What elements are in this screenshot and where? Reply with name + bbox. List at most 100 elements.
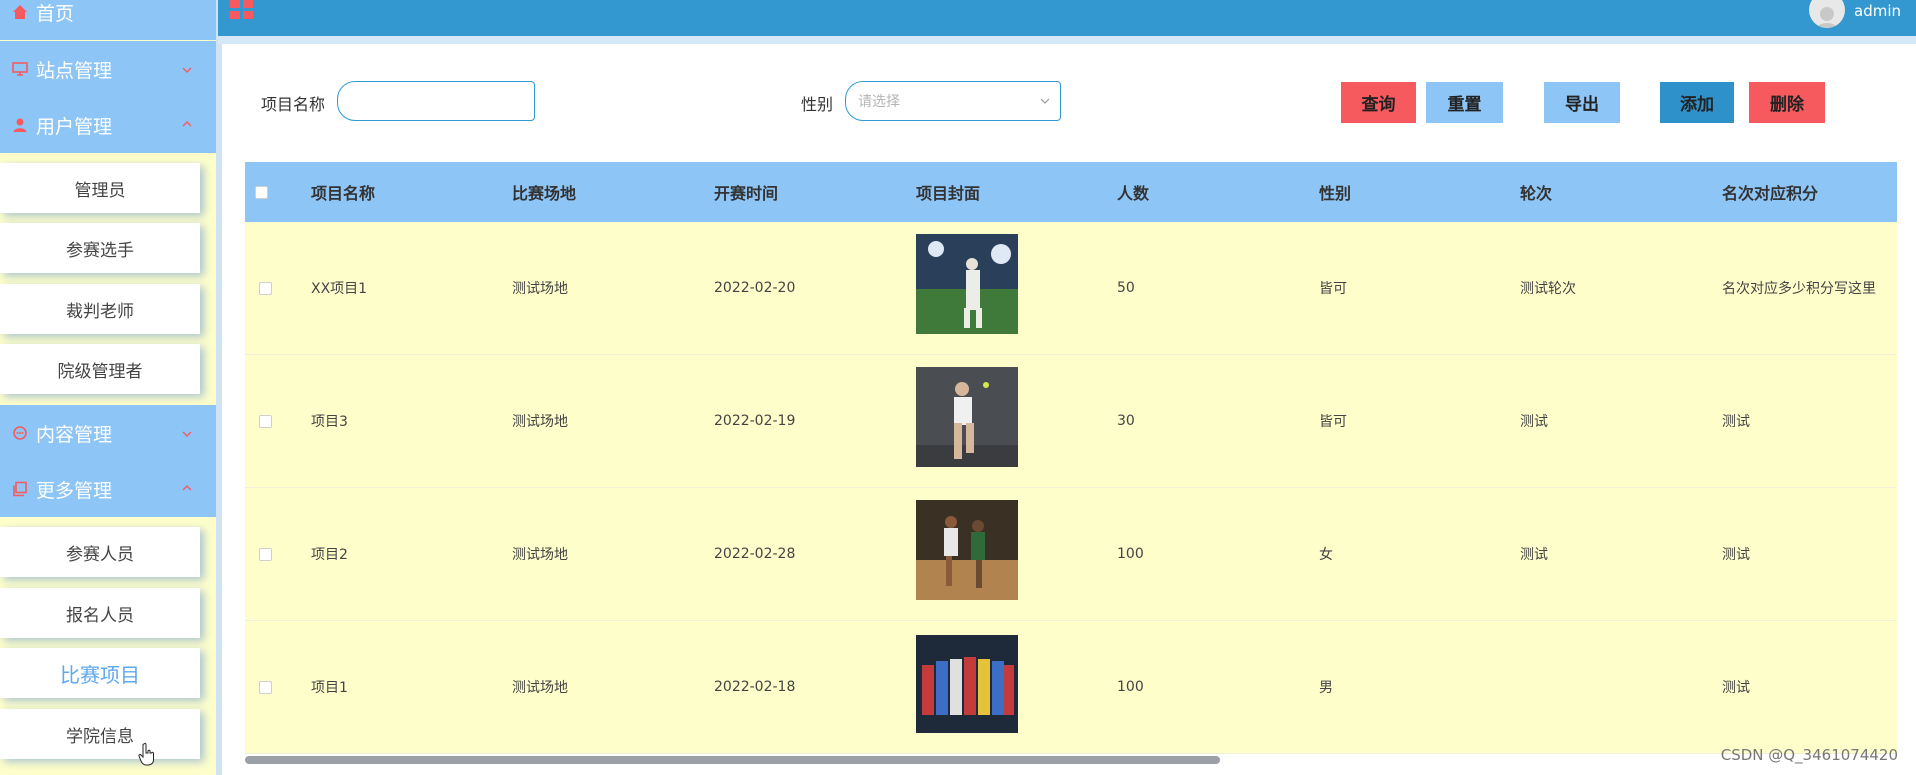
table-header: 项目名称 比赛场地 开赛时间 项目封面 人数 性别 轮次 名次对应积分	[245, 162, 1897, 222]
cover-image-team	[916, 635, 1018, 733]
cell-points: 测试	[1722, 547, 1750, 563]
cell-venue: 测试场地	[512, 547, 568, 563]
menu-more-label: 更多管理	[36, 479, 113, 502]
cell-gender: 皆可	[1319, 414, 1347, 430]
cover-image[interactable]	[916, 367, 1018, 467]
add-button[interactable]: 添加	[1660, 82, 1734, 123]
chevron-up-icon	[182, 485, 192, 491]
table-row[interactable]: 项目2 测试场地 2022-02-28 100 女 测试 测试	[245, 488, 1897, 621]
chevron-up-icon	[182, 121, 192, 127]
cell-venue: 测试场地	[512, 414, 568, 430]
home-icon	[13, 5, 27, 19]
menu-content-label: 内容管理	[36, 423, 113, 446]
menu-home-label: 首页	[36, 2, 75, 25]
cover-image[interactable]	[916, 635, 1018, 733]
sidebar-item-admin[interactable]: 管理员	[0, 163, 200, 213]
table-row[interactable]: 项目1 测试场地 2022-02-18 100 男 测试	[245, 621, 1897, 754]
cell-name: 项目2	[311, 547, 348, 563]
menu-more[interactable]: 更多管理	[0, 461, 216, 517]
cell-gender: 男	[1319, 680, 1333, 696]
menu-sites-label: 站点管理	[36, 59, 113, 82]
sidebar: 首页 站点管理 用户管理 管理员 参赛选手 裁判老师 院级管理者 内容管理 更多…	[0, 0, 216, 775]
select-all-checkbox[interactable]	[255, 186, 268, 199]
sidebar-item-participants[interactable]: 参赛人员	[0, 527, 200, 577]
cell-name: 项目1	[311, 680, 348, 696]
cell-venue: 测试场地	[512, 281, 568, 297]
cell-venue: 测试场地	[512, 680, 568, 696]
cover-image[interactable]	[916, 500, 1018, 600]
top-bar	[218, 0, 1916, 36]
delete-button[interactable]: 删除	[1749, 82, 1825, 123]
cell-name: XX项目1	[311, 281, 368, 297]
menu-home[interactable]: 首页	[0, 0, 216, 40]
cell-gender: 皆可	[1319, 281, 1347, 297]
query-button[interactable]: 查询	[1341, 82, 1416, 123]
monitor-icon	[12, 62, 28, 76]
project-name-label: 项目名称	[261, 95, 326, 114]
project-name-input[interactable]	[337, 81, 535, 121]
sidebar-item-events[interactable]: 比赛项目	[0, 648, 200, 698]
column-header[interactable]: 项目名称	[311, 162, 375, 222]
cover-image-baseball	[916, 234, 1018, 334]
cell-round: 测试	[1520, 547, 1548, 563]
watermark: CSDN @Q_3461074420	[1720, 746, 1898, 764]
column-header[interactable]: 比赛场地	[512, 162, 576, 222]
sidebar-divider	[216, 0, 222, 775]
chevron-down-icon	[1040, 98, 1050, 104]
copy-icon	[13, 481, 27, 497]
column-header[interactable]: 名次对应积分	[1722, 162, 1818, 222]
column-header[interactable]: 轮次	[1520, 162, 1552, 222]
events-table: 项目名称 比赛场地 开赛时间 项目封面 人数 性别 轮次 名次对应积分 XX项目…	[245, 162, 1897, 754]
table-row[interactable]: XX项目1 测试场地 2022-02-20 50 皆可 测试轮次 名次对应多少积…	[245, 222, 1897, 355]
cover-image[interactable]	[916, 234, 1018, 334]
horizontal-scrollbar[interactable]	[245, 756, 1220, 764]
cell-round: 测试轮次	[1520, 281, 1576, 297]
sidebar-item-players[interactable]: 参赛选手	[0, 223, 200, 273]
export-button[interactable]: 导出	[1544, 82, 1620, 123]
menu-sites[interactable]: 站点管理	[0, 41, 216, 97]
table-row[interactable]: 项目3 测试场地 2022-02-19 30 皆可 测试 测试	[245, 355, 1897, 488]
cell-gender: 女	[1319, 547, 1333, 563]
cell-date: 2022-02-19	[714, 413, 796, 429]
user-icon	[13, 118, 27, 132]
cover-image-tennis	[916, 367, 1018, 467]
column-header[interactable]: 人数	[1117, 162, 1149, 222]
reset-button[interactable]: 重置	[1426, 82, 1503, 123]
cell-count: 50	[1117, 280, 1135, 296]
cell-date: 2022-02-28	[714, 546, 796, 562]
column-header[interactable]: 性别	[1319, 162, 1351, 222]
chat-icon	[13, 426, 27, 440]
chevron-down-icon	[182, 67, 192, 73]
gender-select[interactable]: 请选择	[845, 81, 1061, 121]
cover-image-basketball	[916, 500, 1018, 600]
column-header[interactable]: 项目封面	[916, 162, 980, 222]
row-checkbox[interactable]	[259, 415, 272, 428]
sidebar-item-colleges[interactable]: 学院信息	[0, 709, 200, 759]
cell-date: 2022-02-20	[714, 280, 796, 296]
grid-menu-icon[interactable]	[230, 0, 254, 20]
cell-points: 名次对应多少积分写这里	[1722, 281, 1876, 297]
gender-label: 性别	[801, 95, 834, 114]
sidebar-item-college-admins[interactable]: 院级管理者	[0, 344, 200, 394]
menu-users-label: 用户管理	[36, 115, 113, 138]
cell-round: 测试	[1520, 414, 1548, 430]
top-bar-shadow	[218, 36, 1916, 44]
row-checkbox[interactable]	[259, 681, 272, 694]
cell-date: 2022-02-18	[714, 679, 796, 695]
cell-count: 100	[1117, 679, 1144, 695]
menu-content[interactable]: 内容管理	[0, 405, 216, 461]
chevron-down-icon	[182, 431, 192, 437]
row-checkbox[interactable]	[259, 282, 272, 295]
sidebar-item-registrants[interactable]: 报名人员	[0, 588, 200, 638]
cell-points: 测试	[1722, 680, 1750, 696]
cell-count: 30	[1117, 413, 1135, 429]
sidebar-item-referees[interactable]: 裁判老师	[0, 284, 200, 334]
cell-count: 100	[1117, 546, 1144, 562]
username[interactable]: admin	[1854, 2, 1901, 20]
column-header[interactable]: 开赛时间	[714, 162, 778, 222]
menu-users[interactable]: 用户管理	[0, 97, 216, 153]
cell-points: 测试	[1722, 414, 1750, 430]
gender-select-placeholder: 请选择	[858, 94, 900, 110]
mouse-pointer-icon	[138, 742, 154, 766]
row-checkbox[interactable]	[259, 548, 272, 561]
